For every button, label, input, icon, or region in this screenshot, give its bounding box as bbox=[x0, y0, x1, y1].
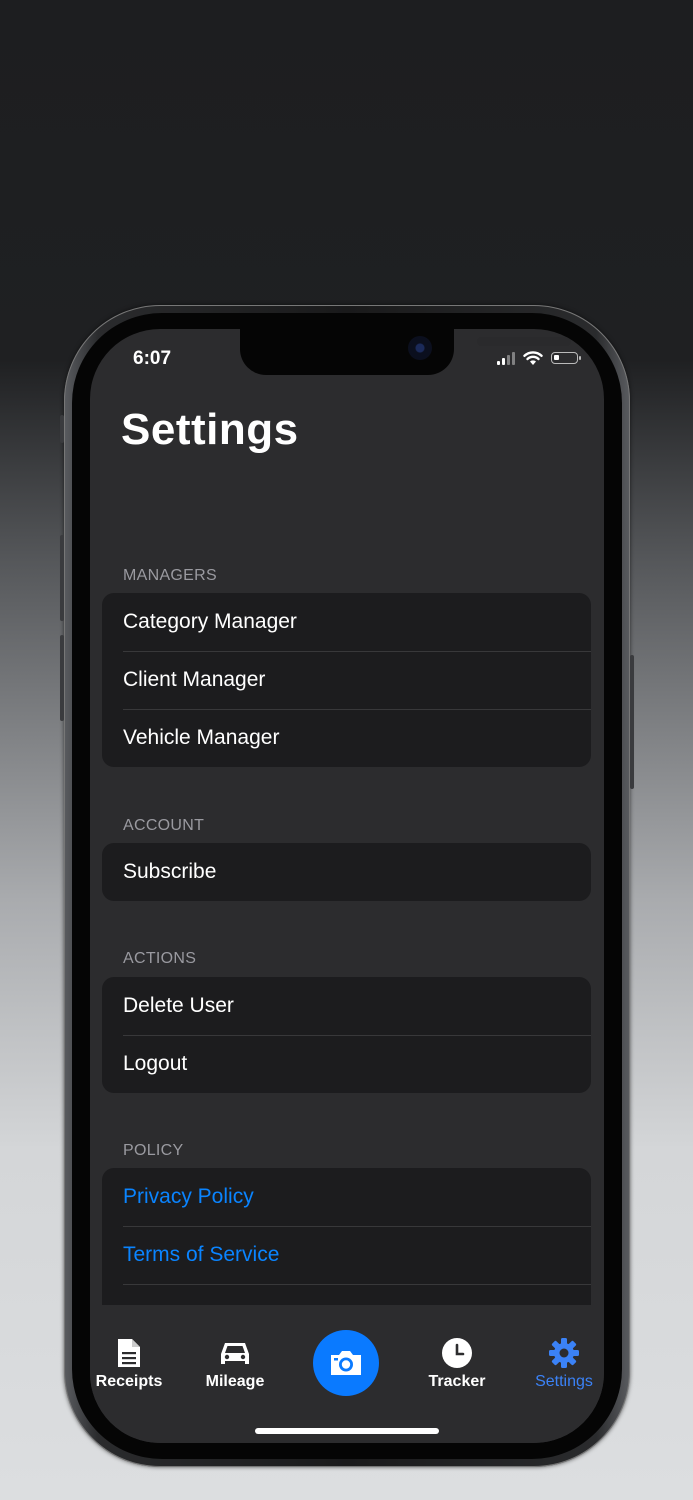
notch bbox=[240, 329, 571, 375]
tab-receipts-label: Receipts bbox=[95, 1373, 163, 1390]
subscribe-item[interactable]: Subscribe bbox=[102, 843, 591, 901]
volume-down-button bbox=[60, 635, 64, 721]
policy-group: Privacy Policy Terms of Service bbox=[102, 1168, 591, 1308]
wifi-icon bbox=[523, 350, 543, 365]
volume-up-button bbox=[60, 535, 64, 621]
cellular-signal-icon bbox=[497, 351, 515, 365]
document-icon bbox=[118, 1339, 140, 1367]
tab-settings-label: Settings bbox=[535, 1373, 593, 1390]
delete-user-item[interactable]: Delete User bbox=[102, 977, 591, 1035]
status-icons bbox=[497, 349, 581, 367]
section-header-account: ACCOUNT bbox=[123, 817, 205, 834]
terms-of-service-link[interactable]: Terms of Service bbox=[102, 1226, 591, 1284]
power-button bbox=[630, 655, 634, 789]
category-manager-item[interactable]: Category Manager bbox=[102, 593, 591, 651]
page-title: Settings bbox=[121, 405, 299, 454]
gear-icon bbox=[549, 1338, 579, 1368]
tab-tracker[interactable]: Tracker bbox=[412, 1337, 502, 1391]
tab-settings[interactable]: Settings bbox=[519, 1337, 604, 1391]
front-camera bbox=[408, 336, 432, 360]
phone-screen: 6:07 Settings MANAGERS Category Manager … bbox=[90, 329, 604, 1443]
client-manager-item[interactable]: Client Manager bbox=[102, 651, 591, 709]
battery-icon bbox=[551, 352, 581, 364]
account-group: Subscribe bbox=[102, 843, 591, 901]
actions-group: Delete User Logout bbox=[102, 977, 591, 1093]
phone-frame: 6:07 Settings MANAGERS Category Manager … bbox=[60, 305, 634, 1467]
tab-receipts[interactable]: Receipts bbox=[90, 1337, 174, 1391]
capture-receipt-button[interactable] bbox=[313, 1330, 379, 1396]
tab-mileage[interactable]: Mileage bbox=[190, 1337, 280, 1391]
vehicle-manager-item[interactable]: Vehicle Manager bbox=[102, 709, 591, 767]
home-indicator[interactable] bbox=[255, 1428, 439, 1434]
status-time: 6:07 bbox=[133, 348, 172, 369]
privacy-policy-link[interactable]: Privacy Policy bbox=[102, 1168, 591, 1226]
clock-icon bbox=[442, 1338, 472, 1368]
camera-icon bbox=[331, 1351, 361, 1375]
section-header-actions: ACTIONS bbox=[123, 950, 197, 967]
logout-item[interactable]: Logout bbox=[102, 1035, 591, 1093]
car-icon bbox=[221, 1343, 249, 1364]
speaker-grille bbox=[477, 337, 571, 346]
section-header-managers: MANAGERS bbox=[123, 567, 217, 584]
tab-bar: Receipts Mileage Tracker Settings bbox=[90, 1305, 604, 1443]
tab-mileage-label: Mileage bbox=[205, 1373, 265, 1390]
mute-switch bbox=[60, 415, 64, 443]
managers-group: Category Manager Client Manager Vehicle … bbox=[102, 593, 591, 767]
section-header-policy: POLICY bbox=[123, 1142, 184, 1159]
tab-tracker-label: Tracker bbox=[428, 1373, 486, 1390]
